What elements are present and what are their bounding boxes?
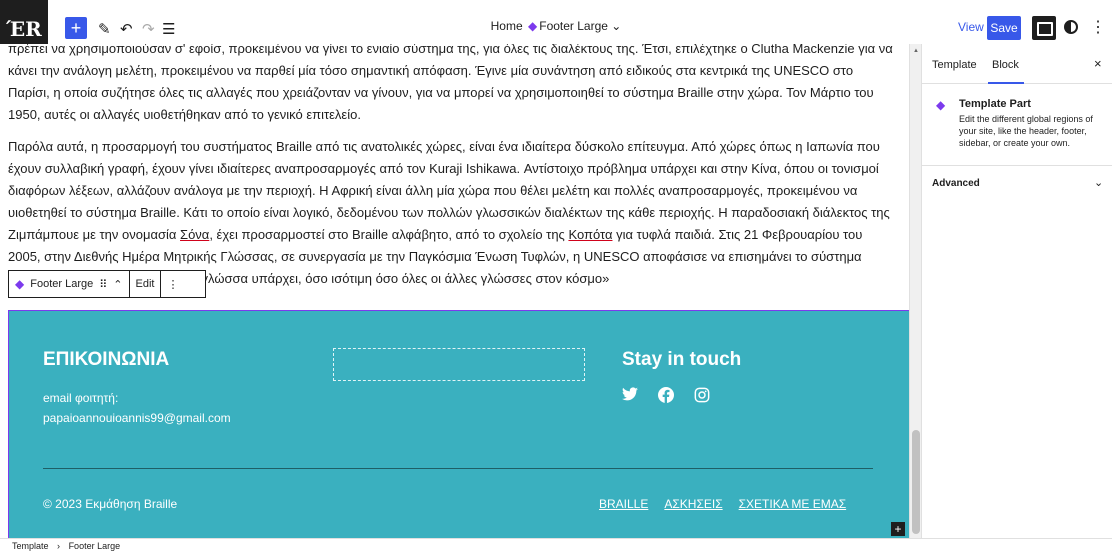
- chevron-down-icon[interactable]: ⌄: [611, 19, 621, 33]
- block-toolbar: ◆ Footer Large ⠿ ⌃ Edit ⋮: [8, 270, 206, 298]
- nav-link-about[interactable]: ΣΧΕΤΙΚΑ ΜΕ ΕΜΑΣ: [739, 497, 847, 511]
- styles-icon[interactable]: [1064, 20, 1078, 34]
- twitter-icon[interactable]: [622, 387, 638, 401]
- instagram-icon[interactable]: [694, 387, 710, 403]
- paragraph-text: υπάρχει, όσο ισότιμη όσο όλες οι άλλες γ…: [251, 271, 610, 286]
- block-card-title: Template Part: [959, 98, 1031, 110]
- tab-template[interactable]: Template: [932, 59, 977, 71]
- template-part-icon: ◆: [15, 277, 25, 291]
- stay-in-touch-heading[interactable]: Stay in touch: [622, 349, 741, 371]
- paragraph-text: Σόνα: [180, 227, 210, 242]
- save-button[interactable]: Save: [987, 16, 1021, 40]
- divider: [922, 165, 1112, 166]
- options-menu-icon[interactable]: ⋮: [1090, 17, 1106, 37]
- breadcrumb-separator: ›: [57, 541, 61, 551]
- sidebar-tabs: Template Block ×: [922, 44, 1112, 84]
- paragraph-text: Κοπότα: [568, 227, 613, 242]
- paragraph[interactable]: Παρόλα αυτά, η προσαρμογή του συστήματος…: [8, 136, 896, 290]
- advanced-panel-toggle[interactable]: Advanced: [932, 178, 980, 189]
- facebook-icon[interactable]: [658, 387, 674, 403]
- scroll-thumb[interactable]: [912, 430, 920, 534]
- footer-navigation: BRAILLE ΑΣΚΗΣΕΙΣ ΣΧΕΤΙΚΑ ΜΕ ΕΜΑΣ: [599, 497, 846, 511]
- document-title[interactable]: Home ◆ Footer Large ⌄: [0, 19, 1112, 33]
- page-content: πρέπει να χρησιμοποιούσαν σ' εφοίσ, προκ…: [8, 44, 896, 300]
- block-type-button[interactable]: ◆ Footer Large ⠿ ⌃: [9, 271, 130, 297]
- edit-button[interactable]: Edit: [130, 271, 162, 297]
- email-address[interactable]: papaioannouioannis99@gmail.com: [43, 411, 231, 425]
- breadcrumb-template[interactable]: Template: [12, 541, 49, 551]
- template-part-icon: ◆: [528, 19, 538, 33]
- insert-block-button[interactable]: +: [891, 522, 905, 536]
- drag-handle-icon[interactable]: ⠿: [99, 278, 107, 291]
- paragraph-text: , έχει προσαρμοστεί στο Braille αλφάβητο…: [209, 227, 569, 242]
- footer-template-part[interactable]: ΕΠΙΚΟΙΝΩΝΙΑ email φοιτητή: papaioannouio…: [8, 310, 909, 538]
- email-label[interactable]: email φοιτητή:: [43, 391, 118, 405]
- tab-block[interactable]: Block: [988, 59, 1024, 84]
- paragraph-text: την ανάλογη μελέτη, προκειμένου να παρθε…: [8, 63, 874, 122]
- contact-heading[interactable]: ΕΠΙΚΟΙΝΩΝΙΑ: [43, 349, 169, 371]
- close-icon[interactable]: ×: [1094, 56, 1102, 71]
- breadcrumb-footer-large[interactable]: Footer Large: [69, 541, 121, 551]
- block-card-description: Edit the different global regions of you…: [959, 114, 1093, 148]
- empty-block-placeholder[interactable]: [333, 348, 585, 381]
- breadcrumb: Template › Footer Large: [0, 538, 1112, 553]
- block-type-label: Footer Large: [30, 278, 94, 290]
- paragraph[interactable]: πρέπει να χρησιμοποιούσαν σ' εφοίσ, προκ…: [8, 44, 896, 126]
- template-part-icon: ◆: [936, 98, 946, 112]
- chevron-down-icon[interactable]: ⌄: [1094, 176, 1103, 189]
- settings-sidebar: Template Block × ◆ Template Part Edit th…: [921, 44, 1112, 538]
- settings-panel-icon[interactable]: [1032, 16, 1056, 40]
- social-icons: [622, 387, 710, 403]
- editor-canvas: πρέπει να χρησιμοποιούσαν σ' εφοίσ, προκ…: [0, 44, 909, 538]
- footer-separator: [43, 468, 873, 469]
- nav-link-exercises[interactable]: ΑΣΚΗΣΕΙΣ: [664, 497, 722, 511]
- home-link[interactable]: Home: [491, 19, 523, 33]
- view-button[interactable]: View: [958, 20, 984, 34]
- canvas-scrollbar[interactable]: ▲: [909, 44, 921, 538]
- move-arrows-icon[interactable]: ⌃: [113, 278, 122, 291]
- copyright-text[interactable]: © 2023 Εκμάθηση Braille: [43, 497, 177, 511]
- scroll-up-icon[interactable]: ▲: [913, 48, 919, 54]
- template-name: Footer Large: [539, 19, 608, 33]
- block-options-icon[interactable]: ⋮: [161, 271, 184, 297]
- nav-link-braille[interactable]: BRAILLE: [599, 497, 648, 511]
